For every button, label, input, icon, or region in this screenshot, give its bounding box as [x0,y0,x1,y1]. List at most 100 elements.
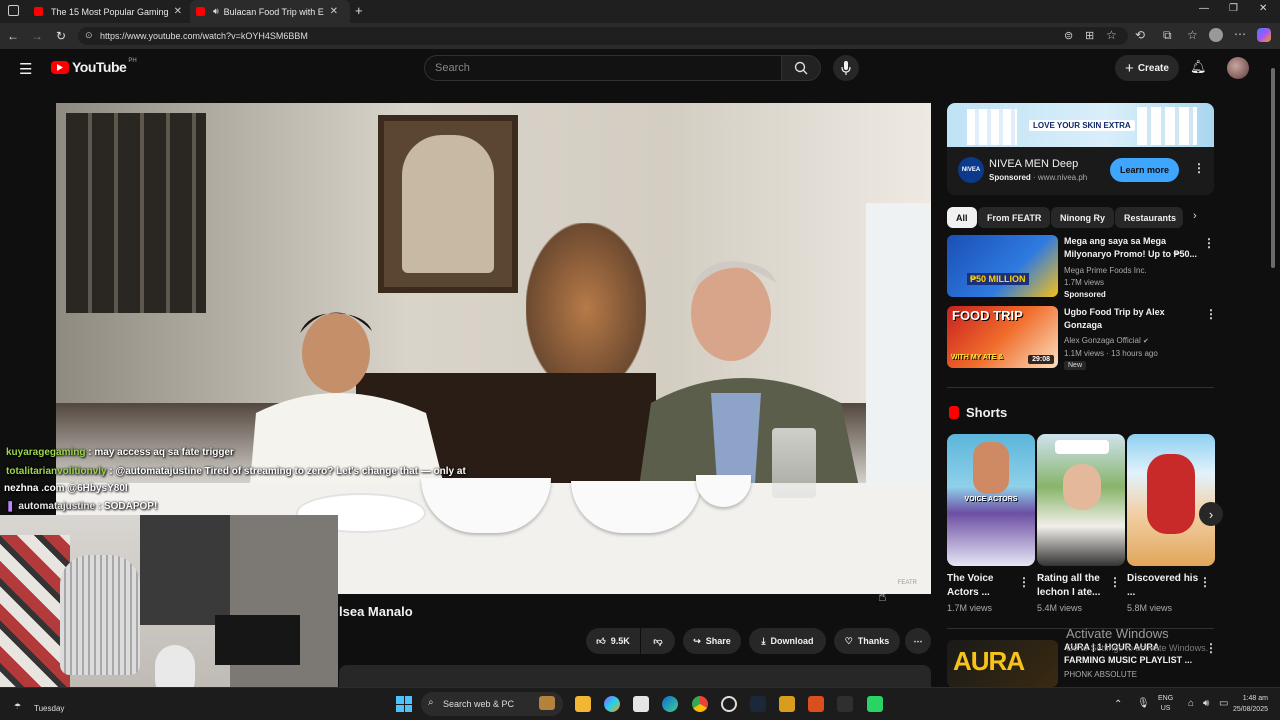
short-menu-icon[interactable]: ⋮ [1018,575,1030,589]
tab-bulacan[interactable]: 🔊︎ Bulacan Food Trip with Erwa ✕ [190,0,350,23]
minimize-icon[interactable]: — [1199,3,1209,14]
clock-time: 1:48 am [1242,695,1268,702]
close-tab-icon[interactable]: ✕ [330,6,338,17]
file-explorer-icon[interactable] [575,696,591,712]
short-thumbnail[interactable] [1037,434,1125,566]
copilot-icon[interactable] [1257,28,1271,42]
weather-icon[interactable]: ☂ [14,702,21,711]
create-button[interactable]: + Create [1115,55,1179,81]
short-thumbnail[interactable]: VOICE ACTORS [947,434,1035,566]
ad-banner[interactable]: LOVE YOUR SKIN EXTRA [947,103,1214,147]
tray-overflow-icon[interactable]: ⌃ [1114,699,1122,710]
webcam-overlay [0,515,338,705]
notifications-bell-icon[interactable]: 🔔︎ [1190,59,1207,75]
account-avatar[interactable] [1227,57,1249,79]
short-person [1063,464,1101,510]
thanks-button[interactable]: ♡ Thanks [834,628,900,654]
page-scrollbar[interactable] [1270,60,1276,680]
chip-all[interactable]: All [947,207,977,228]
more-actions-button[interactable]: ⋯ [905,628,931,654]
windows-start-icon[interactable] [396,696,412,712]
chips-next-icon[interactable]: › [1193,210,1197,222]
short-menu-icon[interactable]: ⋮ [1109,575,1121,589]
short-title[interactable]: Discovered his ... [1127,572,1199,600]
taskbar-search[interactable]: ⌕ Search web & PC [421,692,563,716]
search-input[interactable]: Search [424,55,782,81]
network-icon[interactable]: ⌂ [1188,698,1194,709]
share-button[interactable]: ↪ Share [683,628,741,654]
video-thumbnail[interactable]: FOOD TRIP WITH MY ATE & 29:08 [947,306,1058,368]
chrome-icon[interactable] [692,696,708,712]
maximize-icon[interactable]: ❐ [1229,3,1238,14]
like-button[interactable]: 👍︎ 9.5K [586,628,640,654]
apps-icon[interactable]: ⊞ [1085,29,1094,42]
back-icon[interactable]: ← [2,25,24,47]
rec-menu-icon[interactable]: ⋮ [1205,307,1217,321]
dislike-button[interactable]: 👎︎ [641,628,675,654]
chip-from-featr[interactable]: From FEATR [978,207,1051,228]
search-button[interactable] [781,55,821,81]
short-thumbnail[interactable] [1127,434,1215,566]
site-info-icon[interactable]: ⊙ [85,30,93,41]
learn-more-button[interactable]: Learn more [1110,158,1179,182]
download-button[interactable]: ⤓ Download [749,628,826,654]
chat-message: totalitarianvolitionvly : @automatajusti… [6,466,466,477]
settings-app-icon[interactable] [721,696,737,712]
new-tab-icon[interactable]: + [355,3,363,18]
rec-channel[interactable]: PHONK ABSOLUTE [1064,668,1137,681]
collections-icon[interactable]: ☆ [1187,28,1198,42]
game-app-icon[interactable] [837,696,853,712]
app-r-icon[interactable] [779,696,795,712]
translate-icon[interactable]: ⊜ [1064,29,1073,42]
split-screen-icon[interactable]: ⧉ [1163,28,1172,43]
video-thumbnail[interactable]: AURA [947,640,1058,687]
mouse-cursor-icon: ☝︎ [878,588,887,604]
tab-actions-icon[interactable] [8,5,19,16]
rec-title[interactable]: Mega ang saya sa Mega Milyonaryo Promo! … [1064,235,1204,261]
more-menu-icon[interactable]: ⋯ [1234,27,1246,41]
app-a-icon[interactable] [808,696,824,712]
plus-icon: + [1125,59,1134,77]
chat-app-icon[interactable] [867,696,883,712]
store-icon[interactable] [633,696,649,712]
copilot-taskbar-icon[interactable] [604,696,620,712]
language-indicator[interactable]: ENG US [1158,694,1173,714]
scrollbar-thumb[interactable] [1271,68,1275,268]
edge-icon[interactable] [662,696,678,712]
description-box[interactable] [339,665,931,687]
favorite-star-icon[interactable]: ☆ [1106,28,1117,42]
extensions-icon[interactable]: ⟲ [1135,28,1145,42]
profile-avatar-icon[interactable] [1209,28,1223,42]
hamburger-menu-icon[interactable]: ☰ [19,60,32,78]
gaming-chair [60,555,140,675]
ad-title: NIVEA MEN Deep [989,158,1079,170]
mic-tray-icon[interactable]: 🎙︎ [1137,698,1150,709]
short-title[interactable]: The Voice Actors ... [947,572,1019,600]
rec-title[interactable]: Ugbo Food Trip by Alex Gonzaga [1064,306,1204,332]
shorts-next-button[interactable]: › [1199,502,1223,526]
short-views: 5.4M views [1037,603,1083,613]
chip-ninong-ry[interactable]: Ninong Ry [1051,207,1114,228]
portrait-painting [378,115,518,293]
chip-restaurants[interactable]: Restaurants [1115,207,1183,228]
reload-icon[interactable]: ↻ [50,25,72,47]
tab-gaming[interactable]: The 15 Most Popular Gaming Bac ✕ [28,0,188,23]
volume-icon[interactable]: 🔊︎ [1203,698,1209,709]
product-bottles [967,109,1017,145]
forward-icon[interactable]: → [26,25,48,47]
short-title[interactable]: Rating all the lechon I ate... [1037,572,1109,600]
rec-menu-icon[interactable]: ⋮ [1203,236,1215,250]
speaker-icon[interactable]: 🔊︎ [213,6,219,17]
close-tab-icon[interactable]: ✕ [174,6,182,17]
rec-channel-row[interactable]: Alex Gonzaga Official ✔︎ [1064,334,1149,348]
short-menu-icon[interactable]: ⋮ [1199,575,1211,589]
shorts-logo-icon [949,406,959,419]
steam-icon[interactable] [750,696,766,712]
ad-menu-icon[interactable]: ⋮ [1193,161,1205,175]
clock[interactable]: 1:48 am 25/08/2025 [1226,693,1268,715]
video-thumbnail[interactable]: ₱50 MILLION [947,235,1058,297]
close-window-icon[interactable]: ✕ [1259,3,1267,14]
youtube-logo[interactable]: YouTube PH [51,58,137,75]
address-bar[interactable]: ⊙ https://www.youtube.com/watch?v=kOYH4S… [78,27,1128,45]
voice-search-button[interactable] [833,55,859,81]
